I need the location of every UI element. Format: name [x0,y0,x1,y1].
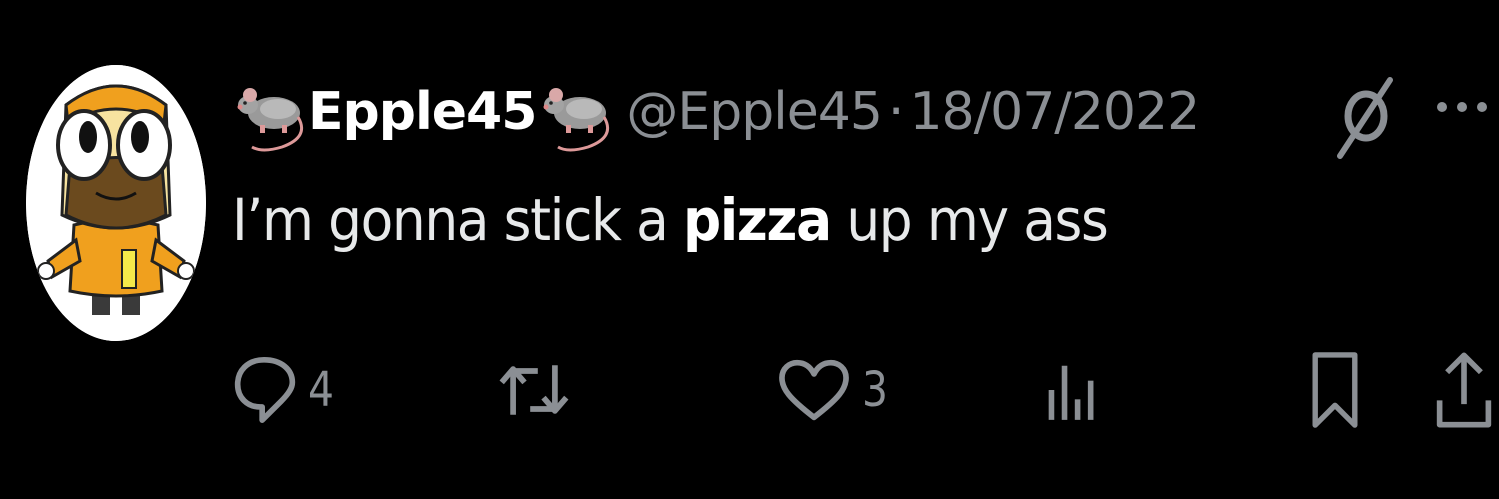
heart-icon [779,359,849,421]
bookmark-button[interactable] [1308,340,1362,440]
reply-button[interactable]: 4 [232,340,339,440]
tweet-header: Epple45 @Epple45 · 18/07/2022 [232,62,1200,162]
user-handle[interactable]: @Epple45 [626,82,882,142]
display-name[interactable]: Epple45 [308,82,537,142]
like-button[interactable]: 3 [776,340,893,440]
avatar[interactable] [26,65,206,341]
rat-icon [538,67,612,157]
more-dots-icon[interactable] [1434,92,1494,122]
bookmark-icon [1312,352,1358,428]
slashed-circle-icon [1332,72,1402,162]
views-button[interactable] [1044,340,1100,440]
tweet-text-part: up my ass [830,186,1108,254]
tweet-text-bold: pizza [683,186,832,254]
reply-count: 4 [308,362,334,418]
rat-icon [232,67,306,157]
tweet-date[interactable]: 18/07/2022 [909,82,1200,142]
tweet-text-part: I’m gonna stick a [232,186,684,254]
retweet-icon [499,365,569,415]
tweet[interactable]: Epple45 @Epple45 · 18/07/2022 I’m gonna … [0,0,1499,499]
share-icon [1436,352,1492,428]
like-count: 3 [862,362,888,418]
views-bar-chart-icon [1048,365,1094,420]
share-button[interactable] [1434,340,1494,440]
retweet-button[interactable] [496,340,572,440]
cartoon-avatar-icon [26,65,206,341]
header-separator: · [887,82,905,142]
tweet-text: I’m gonna stick a pizza up my ass [232,186,1109,254]
reply-icon [234,357,296,423]
